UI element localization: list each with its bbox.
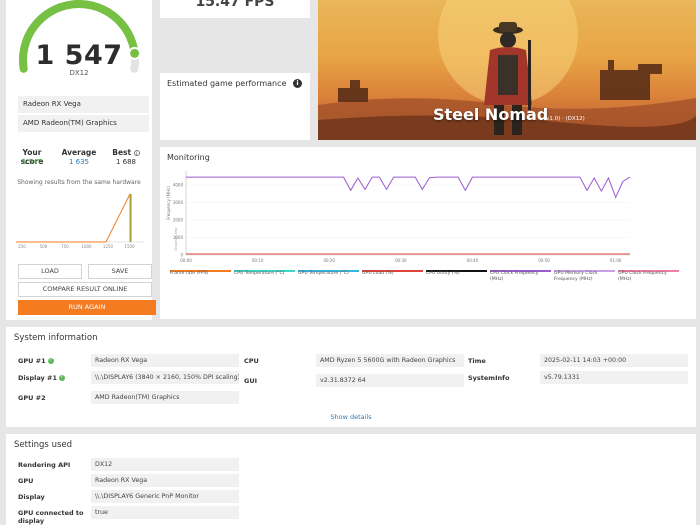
histogram-tick-label: 750 <box>61 244 69 249</box>
score-histogram: 250 500 750 1000 1250 1500 <box>16 193 144 249</box>
monitoring-card: Monitoring 4000 3000 2000 1000 0 00:00 00:10 00… <box>160 147 696 319</box>
compare-online-button[interactable]: COMPARE RESULT ONLINE <box>18 282 152 297</box>
fps-card: 15.47 FPS <box>160 0 310 18</box>
benchmark-banner: Steel Nomad (v1.0) · (DX12) <box>318 0 696 140</box>
monitoring-chart: 4000300020001000000:00 00:10 00:20 00:30 00:… <box>166 171 631 263</box>
run-again-button[interactable]: RUN AGAIN <box>18 300 156 315</box>
best-score-label: Best i <box>104 148 148 157</box>
histogram-note: Showing results from the same hardware <box>17 179 141 186</box>
fps-value: 15.47 FPS <box>195 0 275 10</box>
y-tick-label: 4000 <box>173 183 184 188</box>
display1-value: \\.\DISPLAY6 (3840 × 2160, 150% DPI scal… <box>91 371 239 384</box>
gpu1-label: GPU #1 ✓ <box>18 357 54 365</box>
score-card: 1 547 DX12 Radeon RX Vega AMD Radeon(TM)… <box>6 0 156 320</box>
time-label: Time <box>468 357 486 365</box>
setting-label-gpu: GPU <box>18 477 34 485</box>
setting-label-rendering-api: Rendering API <box>18 461 71 469</box>
score-api: DX12 <box>69 69 89 77</box>
setting-value-rendering-api: DX12 <box>91 458 239 471</box>
gui-value: v2.31.8372 64 <box>316 374 464 387</box>
legend-label[interactable]: GPU Clock Frequency (MHz) <box>618 271 679 283</box>
estimated-performance-card: Estimated game performance i <box>160 73 310 140</box>
average-score-value: 1 635 <box>68 158 90 166</box>
legend-label[interactable]: GPU Memory Clock Frequency (MHz) <box>554 271 615 283</box>
gui-label: GUI <box>244 377 258 385</box>
setting-value-display: \\.\DISPLAY6 Generic PnP Monitor <box>91 490 239 503</box>
legend-label[interactable]: Frame rate (FPS) <box>170 271 231 277</box>
estimated-performance-title: Estimated game performance <box>167 79 287 88</box>
series-line <box>186 176 631 199</box>
setting-value-gpu: Radeon RX Vega <box>91 474 239 487</box>
monitoring-title: Monitoring <box>167 153 210 162</box>
best-score-value: 1 688 <box>115 158 137 166</box>
benchmark-subtitle: (v1.0) · (DX12) <box>544 116 585 122</box>
check-icon: ✓ <box>47 358 54 364</box>
y-tick-label: 0 <box>180 253 183 258</box>
legend-label[interactable]: CPU Utility (%) <box>426 271 487 277</box>
setting-label-display: Display <box>18 493 45 501</box>
x-tick-label: 00:30 <box>395 258 407 263</box>
check-icon: ✓ <box>59 375 66 381</box>
system-information-title: System information <box>14 333 98 343</box>
save-button[interactable]: SAVE <box>88 264 152 279</box>
system-information-card: System information GPU #1 ✓ Radeon RX Veg… <box>6 327 696 427</box>
y-axis-label: Frequency (MHz) <box>166 186 171 220</box>
histogram-line <box>16 193 131 243</box>
gpu1-value: Radeon RX Vega <box>91 354 239 367</box>
settings-used-title: Settings used <box>14 440 73 450</box>
load-button[interactable]: LOAD <box>18 264 82 279</box>
histogram-tick-label: 250 <box>18 244 26 249</box>
info-icon[interactable]: i <box>133 150 140 156</box>
y-axis-sublabel: Graphics test <box>174 227 178 251</box>
score-value: 1 547 <box>35 40 123 71</box>
cpu-label: CPU <box>244 357 259 365</box>
display1-label: Display #1 ✓ <box>18 374 66 382</box>
show-details-link[interactable]: Show details <box>6 413 696 421</box>
gpu2-value: AMD Radeon(TM) Graphics <box>91 391 239 404</box>
x-tick-label: 00:10 <box>252 258 264 263</box>
histogram-tick-label: 1000 <box>81 244 92 249</box>
systeminfo-label: SystemInfo <box>468 374 510 382</box>
time-value: 2025-02-11 14:03 +00:00 <box>540 354 688 367</box>
x-tick-label: 00:00 <box>180 258 192 263</box>
legend-label[interactable]: CPU Clock Frequency (MHz) <box>490 271 551 283</box>
x-tick-label: 00:50 <box>538 258 550 263</box>
y-tick-label: 2000 <box>173 218 184 223</box>
hardware-gpu2: AMD Radeon(TM) Graphics <box>18 115 149 132</box>
legend-label[interactable]: CPU Temperature (°C) <box>234 271 295 277</box>
y-tick-label: 3000 <box>173 200 184 205</box>
cpu-value: AMD Ryzen 5 5600G with Radeon Graphics <box>316 354 464 367</box>
benchmark-title: Steel Nomad <box>433 105 549 124</box>
histogram-tick-label: 1250 <box>103 244 114 249</box>
x-tick-label: 01:00 <box>610 258 622 263</box>
x-tick-label: 00:40 <box>467 258 479 263</box>
histogram-tick-label: 500 <box>40 244 48 249</box>
hardware-gpu1: Radeon RX Vega <box>18 96 149 113</box>
settings-used-card: Settings used Rendering API DX12 GPU Rad… <box>6 434 696 525</box>
legend-label[interactable]: GPU Load (%) <box>362 271 423 277</box>
histogram-tick-label: 1500 <box>124 244 135 249</box>
setting-value-gpu-connected: true <box>91 506 239 519</box>
gpu2-label: GPU #2 <box>18 394 46 402</box>
systeminfo-value: v5.79.1331 <box>540 371 688 384</box>
average-score-label: Average <box>61 148 97 157</box>
setting-label-gpu-connected: GPU connected to display <box>18 509 84 525</box>
x-tick-label: 00:20 <box>323 258 335 263</box>
info-icon[interactable]: i <box>293 79 302 88</box>
legend-label[interactable]: GPU Temperature (°C) <box>298 271 359 277</box>
your-score-value: 1 547 <box>21 158 43 166</box>
